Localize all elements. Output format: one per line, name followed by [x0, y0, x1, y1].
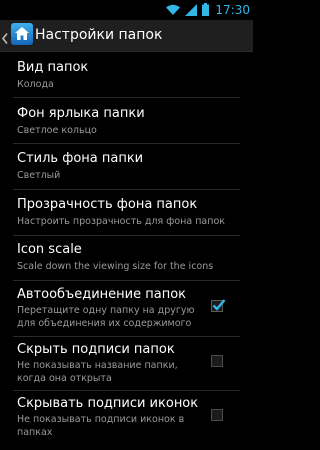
pref-summary-line: когда она открыта [17, 373, 112, 384]
pref-title: Скрывать подписи иконок [17, 396, 199, 411]
pref-hide-icon-labels[interactable]: Скрывать подписи иконок Не показывать по… [0, 391, 253, 445]
pref-summary: Настроить прозрачность для фона папок [17, 216, 226, 227]
auto-merge-checkbox[interactable] [211, 299, 226, 312]
signal-icon [185, 1, 198, 20]
clock-time: 17:30 [215, 3, 250, 17]
pref-summary-line: Не показывать подписи иконок в [17, 414, 185, 425]
home-icon[interactable] [11, 23, 33, 49]
pref-title: Стиль фона папки [17, 151, 144, 166]
pref-summary: Светлый [17, 170, 61, 181]
page-title: Настройки папок [35, 27, 163, 43]
pref-title: Вид папок [17, 60, 89, 75]
checkmark-icon [212, 299, 226, 311]
pref-title: Автообъединение папок [17, 287, 187, 302]
pref-title: Скрыть подписи папок [17, 342, 175, 357]
status-bar: 17:30 [0, 0, 253, 20]
pref-folder-background-transparency[interactable]: Прозрачность фона папок Настроить прозра… [0, 190, 253, 235]
pref-summary-line: папках [17, 427, 53, 438]
pref-summary-line: Не показывать название папки, [17, 360, 178, 371]
pref-folder-view[interactable]: Вид папок Колода [0, 52, 253, 97]
battery-icon [202, 1, 210, 20]
status-icons: 17:30 [166, 2, 250, 18]
pref-icon-scale[interactable]: Icon scale Scale down the viewing size f… [0, 236, 253, 280]
action-bar: Настройки папок [0, 20, 253, 52]
back-chevron-icon[interactable] [1, 29, 8, 48]
pref-hide-folder-labels[interactable]: Скрыть подписи папок Не показывать назва… [0, 337, 253, 390]
pref-title: Фон ярлыка папки [17, 106, 145, 121]
wifi-icon [166, 1, 181, 20]
hide-folder-labels-checkbox[interactable] [211, 355, 223, 367]
pref-title: Icon scale [17, 242, 82, 257]
pref-summary: Светлое кольцо [17, 125, 97, 136]
pref-summary-line: Перетащите одну папку на другую [17, 305, 195, 316]
pref-summary: Scale down the viewing size for the icon… [17, 261, 214, 272]
hide-icon-labels-checkbox[interactable] [211, 409, 223, 421]
pref-summary: Колода [17, 79, 54, 90]
pref-folder-icon-background[interactable]: Фон ярлыка папки Светлое кольцо [0, 98, 253, 143]
pref-title: Прозрачность фона папок [17, 197, 198, 212]
pref-summary-line: для объединения их содержимого [17, 318, 192, 329]
pref-folder-background-style[interactable]: Стиль фона папки Светлый [0, 144, 253, 189]
pref-auto-merge-folders[interactable]: Автообъединение папок Перетащите одну па… [0, 281, 253, 336]
